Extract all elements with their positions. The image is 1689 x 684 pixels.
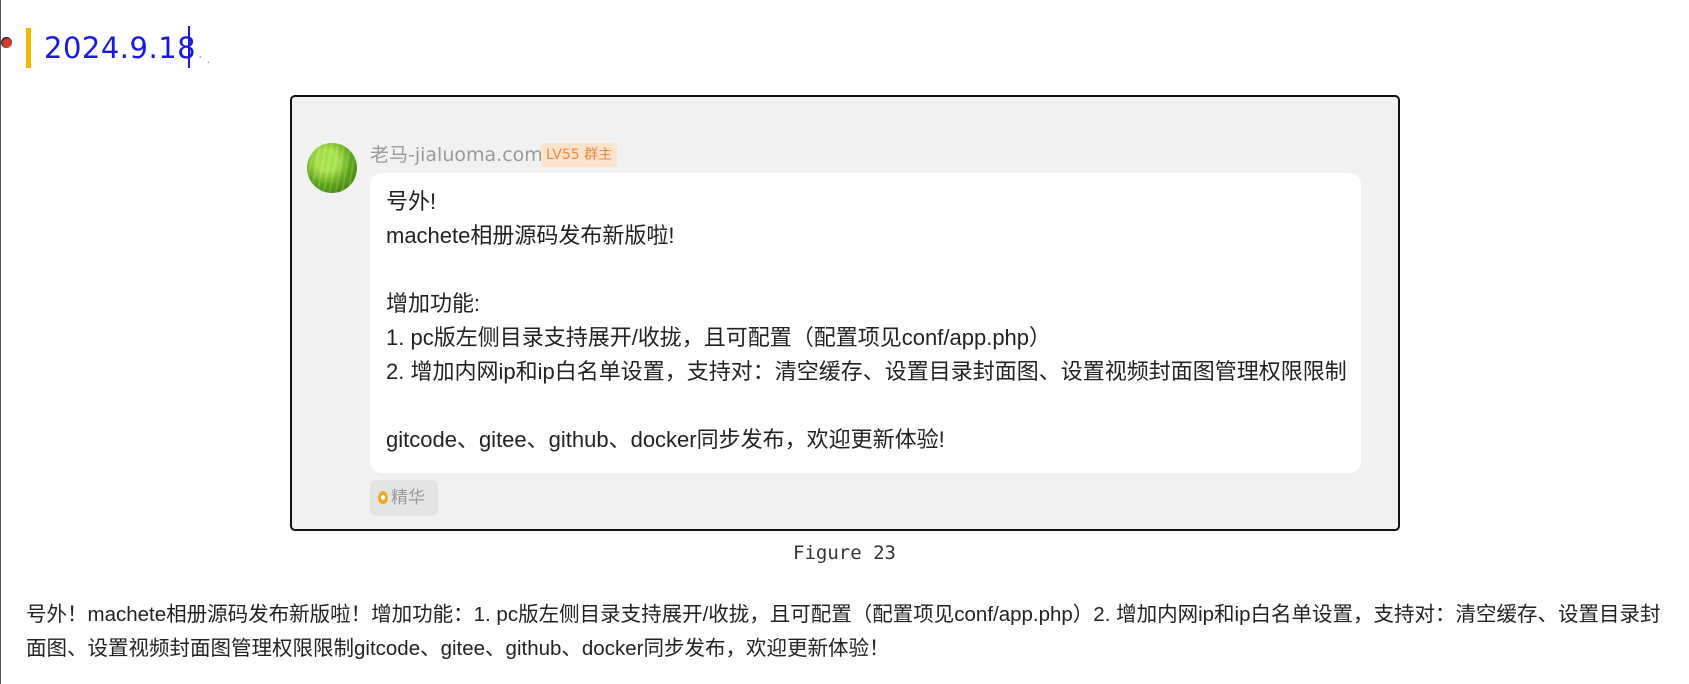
avatar[interactable] xyxy=(307,143,357,193)
featured-tag-label: 精华 xyxy=(391,488,425,508)
message-line: 2. 增加内网ip和ip白名单设置，支持对：清空缓存、设置目录封面图、设置视频封… xyxy=(386,359,1347,384)
message-line xyxy=(386,253,1345,287)
figure-caption: Figure 23 xyxy=(793,542,896,564)
username: 老马-jialuoma.com xyxy=(370,144,543,166)
left-border-rule xyxy=(0,0,1,684)
drag-handle-icon[interactable]: ⠁⠄ xyxy=(198,56,215,67)
featured-tag[interactable]: 精华 xyxy=(370,480,438,516)
message-line: 1. pc版左侧目录支持展开/收拢，且可配置（配置项见conf/app.php） xyxy=(386,325,1052,350)
heading-accent-bar xyxy=(26,28,31,68)
message-line: 增加功能: xyxy=(386,291,481,316)
bullet-icon xyxy=(1,37,12,48)
flame-icon xyxy=(378,491,388,504)
level-badge: LV55 群主 xyxy=(541,143,618,167)
text-caret xyxy=(188,26,190,68)
message-line: machete相册源码发布新版啦! xyxy=(386,223,675,248)
screenshot-figure: 老马-jialuoma.com LV55 群主 号外! machete相册源码发… xyxy=(290,95,1400,531)
message-line: gitcode、gitee、github、docker同步发布，欢迎更新体验! xyxy=(386,427,945,452)
date-heading[interactable]: 2024.9.18 xyxy=(44,28,196,68)
body-paragraph: 号外！machete相册源码发布新版啦！增加功能：1. pc版左侧目录支持展开/… xyxy=(26,603,1661,660)
message-bubble: 号外! machete相册源码发布新版啦! 增加功能: 1. pc版左侧目录支持… xyxy=(370,173,1361,473)
message-line: 号外! xyxy=(386,189,437,214)
message-line xyxy=(386,389,1345,423)
